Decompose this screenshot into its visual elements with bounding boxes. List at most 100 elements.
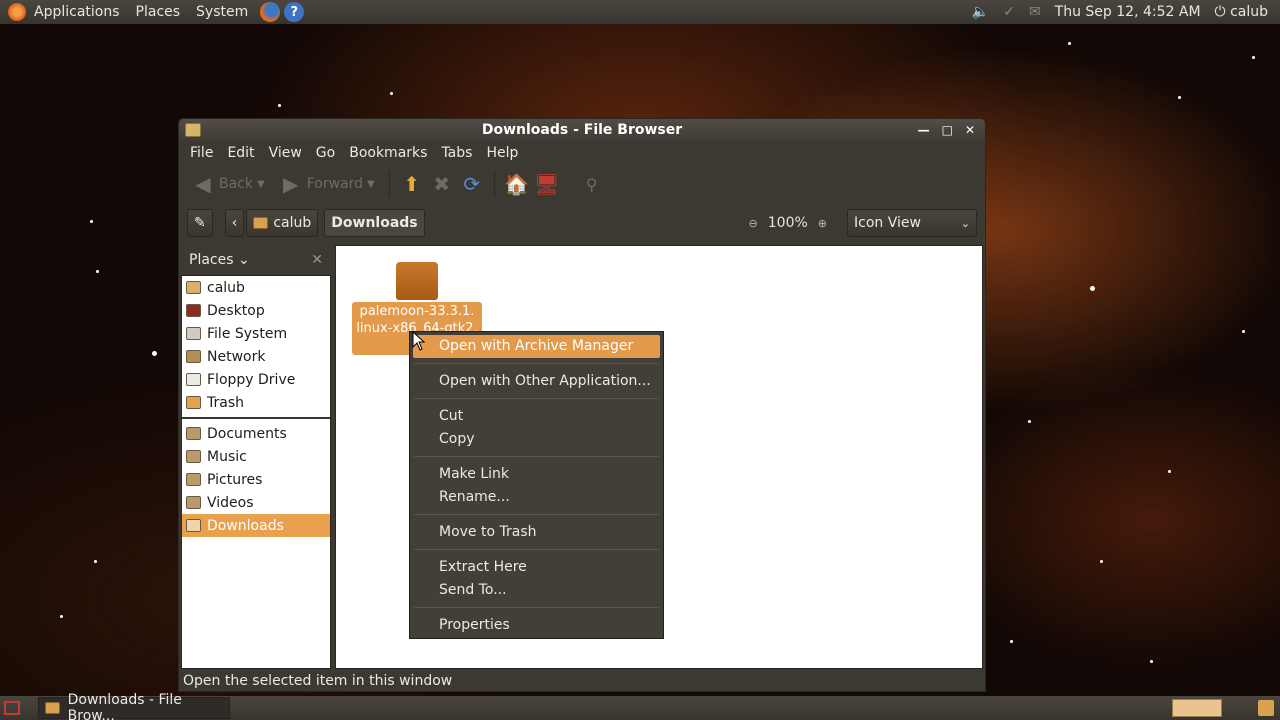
sidebar-item-label: Desktop: [207, 302, 265, 319]
sidebar-item-downloads[interactable]: Downloads: [182, 514, 330, 537]
archive-file-icon[interactable]: [396, 262, 438, 300]
menu-item-move-to-trash[interactable]: Move to Trash: [410, 521, 663, 544]
menu-item-properties[interactable]: Properties: [410, 614, 663, 637]
path-button-home[interactable]: calub: [246, 209, 319, 237]
trash-icon[interactable]: [1258, 700, 1274, 716]
menu-item-open-other[interactable]: Open with Other Application...: [410, 370, 663, 393]
sidebar-item-desktop[interactable]: Desktop: [182, 299, 330, 322]
close-icon[interactable]: ✕: [311, 252, 323, 268]
drive-icon: [186, 327, 201, 340]
title-bar[interactable]: Downloads - File Browser — □ ✕: [179, 119, 985, 141]
show-desktop-icon[interactable]: [4, 701, 20, 715]
context-menu: Open with Archive Manager Open with Othe…: [409, 331, 664, 639]
sidebar-item-videos[interactable]: Videos: [182, 491, 330, 514]
sidebar-item-music[interactable]: Music: [182, 445, 330, 468]
menu-item-send-to[interactable]: Send To...: [410, 579, 663, 602]
places-menu[interactable]: Places: [128, 0, 189, 24]
menu-tabs[interactable]: Tabs: [434, 145, 479, 161]
forward-button[interactable]: ▶ Forward ▼: [275, 169, 379, 199]
close-button[interactable]: ✕: [965, 123, 975, 137]
sidebar-item-label: File System: [207, 325, 288, 342]
minimize-button[interactable]: —: [918, 123, 930, 137]
star: [1150, 660, 1153, 663]
star: [60, 615, 63, 618]
menu-item-extract-here[interactable]: Extract Here: [410, 556, 663, 579]
sidebar-item-file-system[interactable]: File System: [182, 322, 330, 345]
menu-item-cut[interactable]: Cut: [410, 405, 663, 428]
star: [1242, 330, 1245, 333]
maximize-button[interactable]: □: [942, 123, 953, 137]
toggle-location-button[interactable]: ✎: [187, 209, 213, 237]
taskbar-item-label: Downloads - File Brow...: [67, 692, 182, 720]
sidebar-header-label: Places: [189, 252, 234, 268]
mail-icon[interactable]: ✉: [1029, 4, 1041, 20]
ubuntu-logo-icon[interactable]: [8, 3, 26, 21]
applications-menu[interactable]: Applications: [26, 0, 128, 24]
zoom-control: ⊖ 100% ⊕ Icon View ⌄: [749, 209, 977, 237]
search-icon[interactable]: ⚲: [580, 172, 604, 196]
toolbar-separator: [493, 171, 495, 197]
firefox-icon[interactable]: [260, 2, 281, 22]
sidebar-item-floppy-drive[interactable]: Floppy Drive: [182, 368, 330, 391]
computer-icon[interactable]: 🖥: [534, 172, 559, 196]
up-arrow-icon[interactable]: ⬆: [400, 172, 424, 196]
help-icon[interactable]: ?: [284, 2, 305, 22]
sidebar-type-select[interactable]: Places ⌄: [189, 252, 250, 268]
home-folder-icon: [253, 217, 269, 229]
workspace-switcher[interactable]: [1172, 699, 1222, 717]
chevron-left-icon: ‹: [231, 215, 238, 231]
system-menu[interactable]: System: [188, 0, 256, 24]
menu-go[interactable]: Go: [309, 145, 342, 161]
sidebar-item-label: Pictures: [207, 471, 263, 488]
user-name: calub: [1230, 4, 1268, 20]
menu-item-rename[interactable]: Rename...: [410, 486, 663, 509]
sidebar-item-calub[interactable]: calub: [182, 276, 330, 299]
stop-icon[interactable]: ✖: [430, 172, 454, 196]
zoom-in-icon[interactable]: ⊕: [818, 217, 827, 230]
sidebar-item-trash[interactable]: Trash: [182, 391, 330, 414]
zoom-out-icon[interactable]: ⊖: [749, 217, 758, 230]
menu-separator: [410, 509, 663, 521]
volume-icon[interactable]: 🔈: [972, 4, 989, 20]
sidebar-item-network[interactable]: Network: [182, 345, 330, 368]
path-button-downloads[interactable]: Downloads: [324, 209, 425, 237]
menu-item-copy[interactable]: Copy: [410, 428, 663, 451]
clock[interactable]: Thu Sep 12, 4:52 AM: [1055, 4, 1201, 20]
videos-folder-icon: [186, 496, 201, 509]
home-folder-icon[interactable]: 🏠: [504, 172, 529, 196]
star: [1010, 640, 1013, 643]
menu-item-make-link[interactable]: Make Link: [410, 463, 663, 486]
menu-file[interactable]: File: [183, 145, 220, 161]
chevron-down-icon: ⌄: [960, 216, 970, 230]
status-bar: Open the selected item in this window: [183, 673, 453, 689]
menu-separator: [410, 358, 663, 370]
menu-bookmarks[interactable]: Bookmarks: [342, 145, 434, 161]
menu-help[interactable]: Help: [479, 145, 525, 161]
reload-icon[interactable]: ⟳: [460, 172, 484, 196]
top-panel: Applications Places System ? 🔈 ✓ ✉ Thu S…: [0, 0, 1280, 24]
menu-separator: [410, 451, 663, 463]
sidebar-item-label: Floppy Drive: [207, 371, 296, 388]
star: [1178, 96, 1181, 99]
star: [90, 220, 93, 223]
path-scroll-left-button[interactable]: ‹: [224, 209, 245, 237]
taskbar-item-file-browser[interactable]: Downloads - File Brow...: [38, 692, 230, 720]
chevron-down-icon[interactable]: ▼: [257, 179, 265, 190]
back-button[interactable]: ◀ Back ▼: [187, 169, 269, 199]
sidebar-item-pictures[interactable]: Pictures: [182, 468, 330, 491]
zoom-level[interactable]: 100%: [768, 215, 808, 231]
sidebar-item-documents[interactable]: Documents: [182, 422, 330, 445]
menu-edit[interactable]: Edit: [220, 145, 261, 161]
menu-separator: [410, 393, 663, 405]
sidebar-item-label: Videos: [207, 494, 254, 511]
user-switcher[interactable]: ⏻ calub: [1215, 4, 1268, 20]
network-icon[interactable]: ✓: [1003, 4, 1015, 20]
bottom-panel: Downloads - File Brow...: [0, 692, 1280, 720]
view-mode-select[interactable]: Icon View ⌄: [847, 209, 977, 237]
menu-view[interactable]: View: [262, 145, 309, 161]
chevron-down-icon[interactable]: ▼: [367, 179, 375, 190]
menu-item-open-archive-manager[interactable]: Open with Archive Manager: [413, 335, 660, 358]
star: [96, 270, 99, 273]
star: [1100, 560, 1103, 563]
menu-bar: File Edit View Go Bookmarks Tabs Help: [179, 141, 985, 165]
